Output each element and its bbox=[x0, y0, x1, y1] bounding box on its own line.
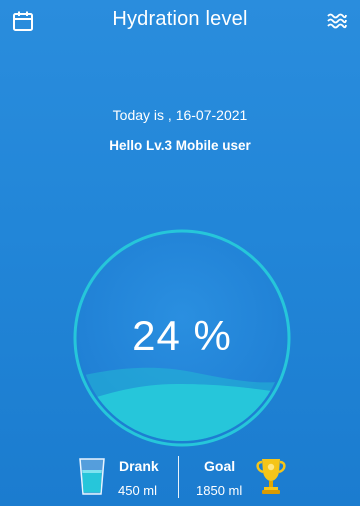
goal-value: 1850 ml bbox=[196, 483, 243, 498]
top-bar: Hydration level bbox=[0, 0, 360, 42]
stats-divider bbox=[178, 456, 179, 498]
goal-label: Goal bbox=[204, 458, 236, 474]
drank-label: Drank bbox=[119, 458, 159, 474]
hydration-percent: 24 % bbox=[132, 312, 232, 359]
water-glass-icon bbox=[79, 458, 105, 495]
stats-bar: Drank 450 ml Goal 1850 ml bbox=[0, 452, 360, 506]
drank-value: 450 ml bbox=[118, 483, 158, 498]
waves-icon[interactable] bbox=[326, 10, 348, 32]
today-date: Today is , 16-07-2021 bbox=[112, 107, 248, 123]
trophy-icon bbox=[256, 459, 286, 494]
page-title: Hydration level bbox=[112, 8, 248, 30]
user-greeting: Hello Lv.3 Mobile user bbox=[109, 138, 251, 153]
